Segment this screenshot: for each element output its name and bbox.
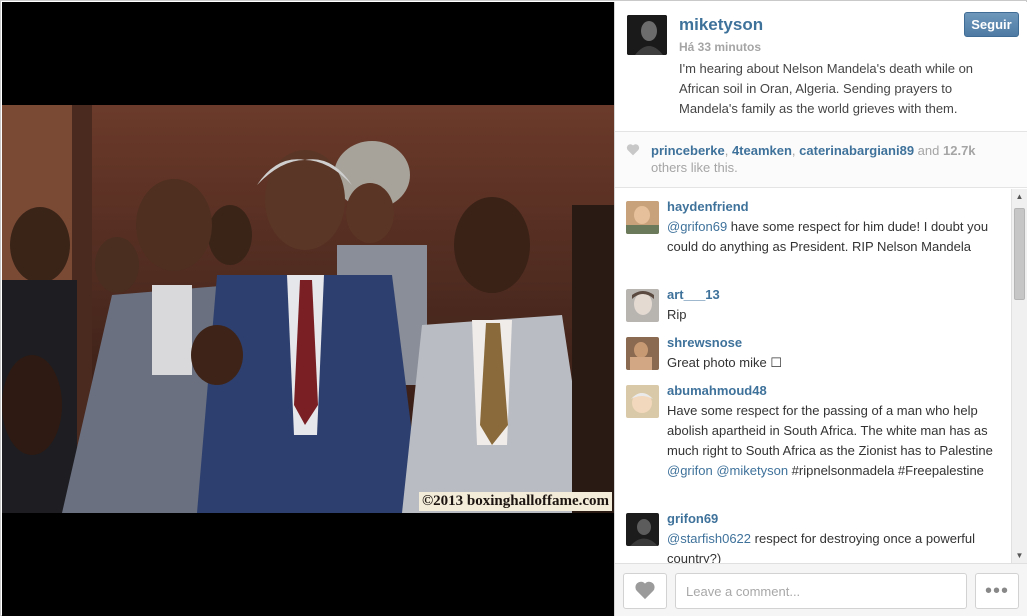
comment-avatar[interactable] (626, 289, 659, 322)
scrollbar-thumb[interactable] (1014, 208, 1025, 300)
mention-link[interactable]: @grifon69 (667, 219, 727, 234)
follow-button[interactable]: Seguir (964, 12, 1019, 37)
comment-footer: ••• (615, 563, 1027, 616)
triangle-up-icon[interactable]: ▲ (1012, 189, 1027, 204)
author-avatar[interactable] (627, 15, 667, 55)
comment-username[interactable]: art___13 (667, 287, 720, 302)
like-button[interactable] (623, 573, 667, 609)
heart-icon (635, 581, 655, 599)
comment-avatar[interactable] (626, 385, 659, 418)
post-timestamp: Há 33 minutos (679, 40, 762, 54)
likes-and: and (917, 143, 940, 158)
mention-link[interactable]: @starfish0622 (667, 531, 751, 546)
comment-text: @grifon69 have some respect for him dude… (667, 217, 1007, 257)
comment-username[interactable]: haydenfriend (667, 199, 749, 214)
post-photo[interactable]: ©2013 boxinghalloffame.com (2, 105, 614, 513)
comment-username[interactable]: grifon69 (667, 511, 718, 526)
liker-link[interactable]: caterinabargiani89 (799, 143, 914, 158)
likes-summary: princeberke, 4teamken, caterinabargiani8… (615, 132, 1027, 188)
likes-count[interactable]: 12.7k (943, 143, 976, 158)
comments-list[interactable]: haydenfriend @grifon69 have some respect… (615, 189, 1027, 563)
comment-input[interactable] (675, 573, 967, 609)
post-header: miketyson Seguir Há 33 minutos I'm heari… (615, 2, 1027, 132)
post-sidebar: miketyson Seguir Há 33 minutos I'm heari… (614, 2, 1027, 616)
post-caption: I'm hearing about Nelson Mandela's death… (679, 61, 974, 116)
comment-text: Rip (667, 307, 687, 322)
liker-link[interactable]: princeberke (651, 143, 725, 158)
mention-link[interactable]: @miketyson (716, 463, 788, 478)
triangle-down-icon[interactable]: ▼ (1012, 548, 1027, 563)
comments-scrollbar[interactable]: ▲ ▼ (1011, 189, 1027, 563)
comment-username[interactable]: shrewsnose (667, 335, 742, 350)
comment-body: Have some respect for the passing of a m… (667, 403, 993, 458)
more-options-button[interactable]: ••• (975, 573, 1019, 609)
likes-suffix: others like this. (651, 160, 738, 175)
mention-link[interactable]: @grifon (667, 463, 713, 478)
comment-avatar[interactable] (626, 201, 659, 234)
comment-username[interactable]: abumahmoud48 (667, 383, 767, 398)
likes-text: princeberke, 4teamken, caterinabargiani8… (651, 143, 976, 175)
photo-illustration (2, 105, 614, 513)
comment-text: Great photo mike ☐ (667, 355, 782, 370)
post-window: ©2013 boxinghalloffame.com miketyson Seg… (0, 0, 1027, 616)
liker-link[interactable]: 4teamken (732, 143, 792, 158)
comment-hashtags: #ripnelsonmadela #Freepalestine (788, 463, 984, 478)
comment-avatar[interactable] (626, 337, 659, 370)
photo-watermark: ©2013 boxinghalloffame.com (418, 492, 612, 511)
comment-text: Have some respect for the passing of a m… (667, 401, 1007, 481)
author-username[interactable]: miketyson (679, 15, 763, 35)
heart-icon (626, 144, 640, 156)
comment-avatar[interactable] (626, 513, 659, 546)
comment-text: @starfish0622 respect for destroying onc… (667, 529, 1007, 563)
photo-panel: ©2013 boxinghalloffame.com (2, 2, 614, 616)
